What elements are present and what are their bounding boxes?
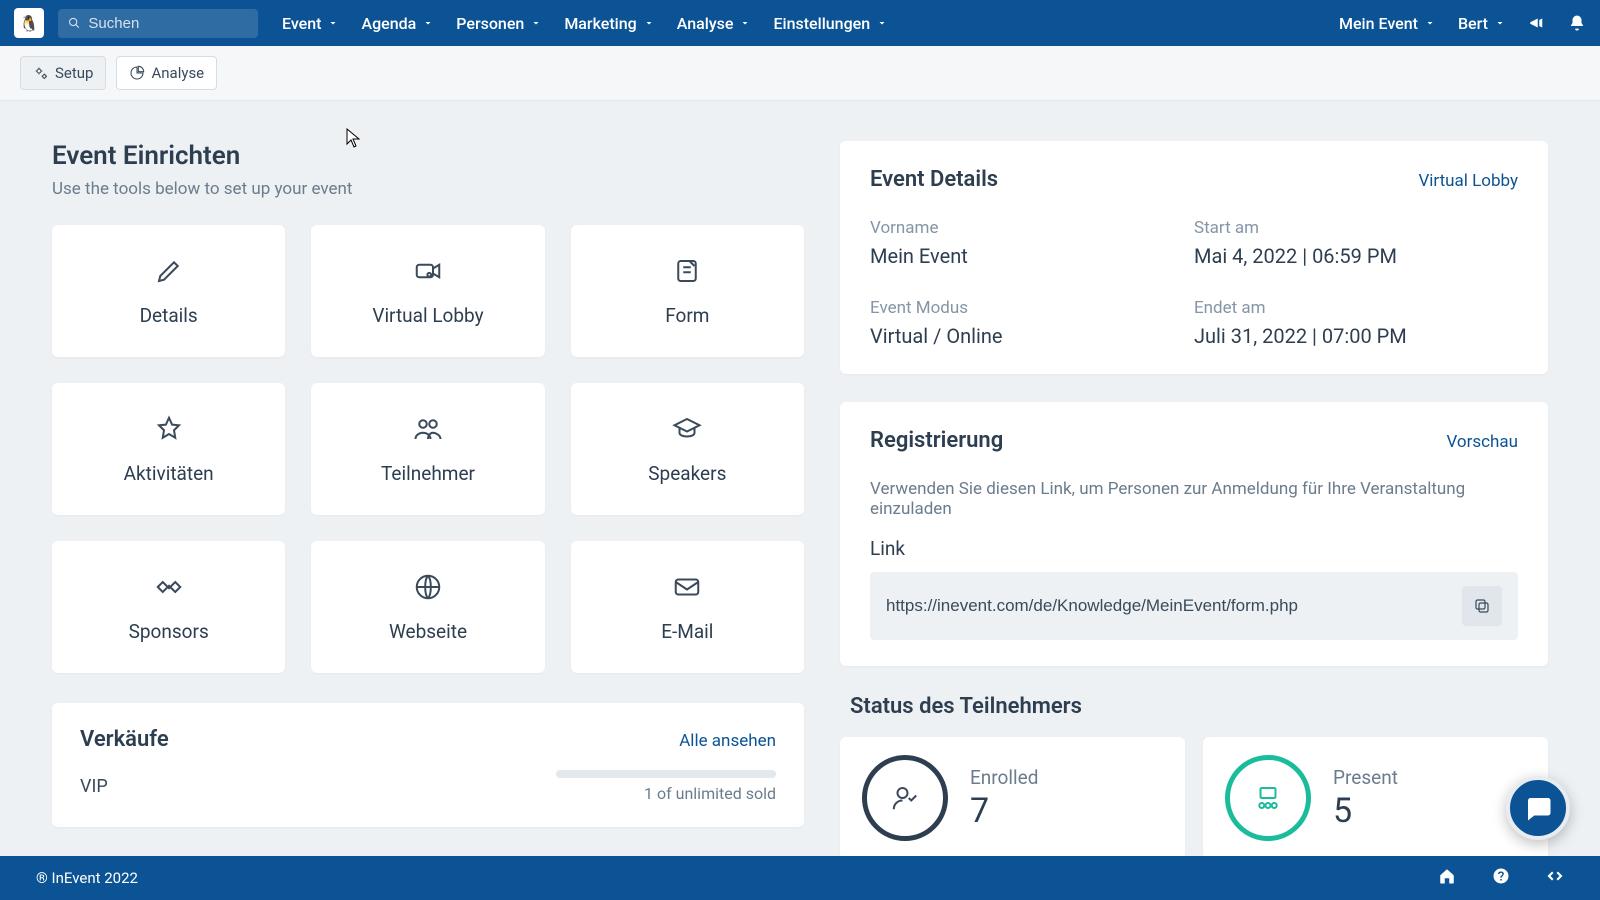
announce-icon[interactable] — [1528, 14, 1546, 32]
sales-card: Verkäufe Alle ansehen VIP 1 of unlimited… — [52, 703, 804, 827]
sales-item-name: VIP — [80, 776, 108, 797]
status-present[interactable]: Present5 — [1203, 737, 1548, 859]
audience-icon — [1253, 783, 1283, 813]
registration-desc: Verwenden Sie diesen Link, um Personen z… — [870, 479, 1518, 519]
link-label: Link — [870, 537, 1518, 560]
search-input[interactable] — [88, 15, 248, 32]
tile-website[interactable]: Webseite — [311, 541, 544, 673]
main-nav: Event Agenda Personen Marketing Analyse … — [282, 14, 888, 33]
search-wrap[interactable] — [58, 9, 258, 38]
mode-value: Virtual / Online — [870, 324, 1194, 348]
mail-icon — [672, 572, 702, 602]
nav-personen[interactable]: Personen — [456, 14, 542, 33]
event-details-panel: Event Details Virtual Lobby Vorname Mein … — [840, 141, 1548, 374]
app-logo[interactable]: 🐧 — [14, 8, 44, 38]
gears-icon — [33, 65, 49, 81]
tab-analyse[interactable]: Analyse — [116, 56, 217, 90]
copy-button[interactable] — [1462, 586, 1502, 626]
registration-panel: Registrierung Vorschau Verwenden Sie die… — [840, 402, 1548, 666]
chevron-down-icon — [739, 17, 751, 29]
chat-icon — [1523, 793, 1553, 823]
chevron-down-icon — [643, 17, 655, 29]
tile-activities[interactable]: Aktivitäten — [52, 383, 285, 515]
search-icon — [68, 16, 80, 30]
chevron-down-icon — [876, 17, 888, 29]
pie-icon — [129, 65, 145, 81]
tile-sponsors[interactable]: Sponsors — [52, 541, 285, 673]
pencil-icon — [154, 256, 184, 286]
virtual-lobby-link[interactable]: Virtual Lobby — [1418, 171, 1518, 191]
enrolled-value: 7 — [970, 791, 1038, 831]
chevron-down-icon — [327, 17, 339, 29]
right-nav: Mein Event Bert — [1339, 14, 1586, 33]
registration-preview[interactable]: Vorschau — [1446, 432, 1518, 452]
nav-event[interactable]: Event — [282, 14, 339, 33]
user-menu[interactable]: Bert — [1458, 14, 1506, 33]
cap-icon — [672, 414, 702, 444]
tab-setup[interactable]: Setup — [20, 56, 106, 90]
star-icon — [154, 414, 184, 444]
topbar: 🐧 Event Agenda Personen Marketing Analys… — [0, 0, 1600, 46]
help-icon[interactable] — [1492, 867, 1510, 889]
home-icon[interactable] — [1438, 867, 1456, 889]
page-title: Event Einrichten — [52, 141, 804, 171]
registration-link-input[interactable] — [886, 596, 1462, 616]
tile-attendees[interactable]: Teilnehmer — [311, 383, 544, 515]
event-switcher[interactable]: Mein Event — [1339, 14, 1436, 33]
people-icon — [413, 414, 443, 444]
sales-stat: 1 of unlimited sold — [556, 784, 776, 803]
enrolled-label: Enrolled — [970, 766, 1038, 789]
page-subtitle: Use the tools below to set up your event — [52, 179, 804, 199]
sales-row: VIP 1 of unlimited sold — [80, 770, 776, 803]
end-label: Endet am — [1194, 298, 1518, 318]
chevron-down-icon — [1494, 17, 1506, 29]
enrolled-ring — [862, 755, 948, 841]
chevron-down-icon — [1424, 17, 1436, 29]
tile-form[interactable]: Form — [571, 225, 804, 357]
mode-label: Event Modus — [870, 298, 1194, 318]
sales-progress-bar — [556, 770, 776, 778]
nav-einstellungen[interactable]: Einstellungen — [773, 14, 888, 33]
nav-agenda[interactable]: Agenda — [361, 14, 434, 33]
code-icon[interactable] — [1546, 867, 1564, 889]
present-ring — [1225, 755, 1311, 841]
status-title: Status des Teilnehmers — [850, 694, 1548, 719]
link-box — [870, 572, 1518, 640]
attendee-status-section: Status des Teilnehmers Enrolled7 Present… — [840, 694, 1548, 859]
details-title: Event Details — [870, 167, 998, 192]
tile-email[interactable]: E-Mail — [571, 541, 804, 673]
bottombar: ® InEvent 2022 — [0, 856, 1600, 900]
footer-copyright: ® InEvent 2022 — [36, 869, 138, 887]
end-value: Juli 31, 2022 | 07:00 PM — [1194, 324, 1518, 348]
chevron-down-icon — [422, 17, 434, 29]
nav-marketing[interactable]: Marketing — [564, 14, 654, 33]
registration-title: Registrierung — [870, 428, 1003, 453]
sales-title: Verkäufe — [80, 727, 169, 752]
handshake-icon — [154, 572, 184, 602]
bell-icon[interactable] — [1568, 14, 1586, 32]
globe-icon — [413, 572, 443, 602]
chevron-down-icon — [530, 17, 542, 29]
form-icon — [672, 256, 702, 286]
sales-view-all[interactable]: Alle ansehen — [679, 731, 776, 751]
tile-virtual-lobby[interactable]: Virtual Lobby — [311, 225, 544, 357]
name-label: Vorname — [870, 218, 1194, 238]
tile-speakers[interactable]: Speakers — [571, 383, 804, 515]
name-value: Mein Event — [870, 244, 1194, 268]
chat-launcher[interactable] — [1506, 776, 1570, 840]
subbar: Setup Analyse — [0, 46, 1600, 101]
camera-icon — [413, 256, 443, 286]
user-check-icon — [890, 783, 920, 813]
status-enrolled[interactable]: Enrolled7 — [840, 737, 1185, 859]
tile-details[interactable]: Details — [52, 225, 285, 357]
copy-icon — [1473, 597, 1491, 615]
nav-analyse[interactable]: Analyse — [677, 14, 752, 33]
tile-grid: Details Virtual Lobby Form Aktivitäten T… — [52, 225, 804, 673]
start-value: Mai 4, 2022 | 06:59 PM — [1194, 244, 1518, 268]
present-label: Present — [1333, 766, 1398, 789]
start-label: Start am — [1194, 218, 1518, 238]
page-body: Event Einrichten Use the tools below to … — [0, 101, 1600, 879]
present-value: 5 — [1333, 791, 1398, 831]
